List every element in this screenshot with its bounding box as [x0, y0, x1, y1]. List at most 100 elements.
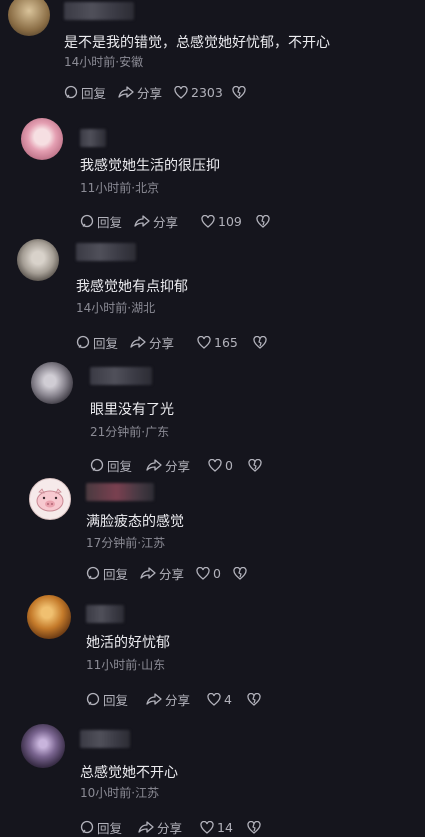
share-icon	[118, 86, 134, 98]
reply-label: 回复	[107, 458, 133, 474]
avatar[interactable]	[31, 362, 73, 404]
like-button[interactable]: 14	[200, 818, 233, 836]
dislike-button[interactable]	[247, 818, 261, 836]
comment-text: 我感觉她有点抑郁	[76, 279, 188, 295]
like-button[interactable]: 2303	[174, 83, 223, 101]
like-button[interactable]: 0	[196, 564, 221, 582]
broken-heart-icon	[233, 566, 247, 580]
dislike-button[interactable]	[233, 564, 247, 582]
share-button[interactable]: 分享	[146, 456, 190, 474]
reply-label: 回复	[81, 85, 107, 101]
share-label: 分享	[137, 85, 163, 101]
username-blurred[interactable]	[80, 730, 130, 748]
reply-label: 回复	[97, 214, 123, 230]
heart-icon	[197, 335, 211, 349]
comment-actions: 回复 分享 0	[86, 564, 386, 582]
comment-actions: 回复 分享 2303	[64, 83, 364, 101]
like-button[interactable]: 109	[201, 212, 242, 230]
avatar[interactable]	[17, 239, 59, 281]
comment-text: 我感觉她生活的很压抑	[80, 158, 220, 174]
comment-text: 总感觉她不开心	[80, 765, 178, 781]
share-icon	[140, 567, 156, 579]
like-count: 2303	[191, 84, 223, 100]
reply-button[interactable]: 回复	[80, 212, 122, 230]
like-button[interactable]: 165	[197, 333, 238, 351]
reply-button[interactable]: 回复	[80, 818, 122, 836]
avatar[interactable]	[21, 118, 63, 160]
pig-face-icon	[36, 488, 64, 512]
heart-icon	[208, 458, 222, 472]
username-blurred[interactable]	[80, 129, 106, 147]
comment-text: 满脸疲态的感觉	[86, 514, 184, 530]
share-button[interactable]: 分享	[138, 818, 182, 836]
share-button[interactable]: 分享	[134, 212, 178, 230]
share-label: 分享	[159, 566, 185, 582]
share-label: 分享	[165, 692, 191, 708]
share-label: 分享	[165, 458, 191, 474]
username-blurred[interactable]	[86, 483, 154, 501]
username-blurred[interactable]	[86, 605, 124, 623]
share-button[interactable]: 分享	[130, 333, 174, 351]
broken-heart-icon	[248, 458, 262, 472]
avatar[interactable]	[8, 0, 50, 36]
share-icon	[130, 336, 146, 348]
share-button[interactable]: 分享	[118, 83, 162, 101]
like-button[interactable]: 4	[207, 690, 232, 708]
comment-actions: 回复 分享 165	[76, 333, 376, 351]
share-label: 分享	[157, 820, 183, 836]
reply-button[interactable]: 回复	[64, 83, 106, 101]
username-blurred[interactable]	[90, 367, 152, 385]
heart-icon	[196, 566, 210, 580]
share-icon	[138, 821, 154, 833]
dislike-button[interactable]	[253, 333, 267, 351]
reply-button[interactable]: 回复	[86, 564, 128, 582]
like-count: 4	[224, 691, 232, 707]
comment-actions: 回复 分享 0	[90, 456, 390, 474]
reply-icon	[80, 820, 94, 834]
broken-heart-icon	[247, 692, 261, 706]
comment-text: 她活的好忧郁	[86, 635, 170, 651]
heart-icon	[200, 820, 214, 834]
dislike-button[interactable]	[247, 690, 261, 708]
comment-actions: 回复 分享 109	[80, 212, 380, 230]
reply-label: 回复	[103, 566, 129, 582]
reply-button[interactable]: 回复	[86, 690, 128, 708]
reply-icon	[86, 692, 100, 706]
like-count: 165	[214, 334, 238, 350]
share-label: 分享	[149, 335, 175, 351]
username-blurred[interactable]	[64, 2, 134, 20]
broken-heart-icon	[232, 85, 246, 99]
share-button[interactable]: 分享	[146, 690, 190, 708]
comment-text: 是不是我的错觉，总感觉她好忧郁，不开心	[64, 35, 330, 51]
share-button[interactable]: 分享	[140, 564, 184, 582]
like-count: 109	[218, 213, 242, 229]
reply-icon	[80, 214, 94, 228]
share-icon	[134, 215, 150, 227]
reply-icon	[64, 85, 78, 99]
reply-button[interactable]: 回复	[76, 333, 118, 351]
heart-icon	[201, 214, 215, 228]
reply-label: 回复	[103, 692, 129, 708]
share-icon	[146, 693, 162, 705]
like-count: 0	[225, 457, 233, 473]
avatar[interactable]	[21, 724, 65, 768]
reply-icon	[76, 335, 90, 349]
reply-label: 回复	[93, 335, 119, 351]
heart-icon	[174, 85, 188, 99]
reply-label: 回复	[97, 820, 123, 836]
avatar[interactable]	[27, 595, 71, 639]
comment-meta: 11小时前·山东	[86, 658, 166, 672]
dislike-button[interactable]	[248, 456, 262, 474]
avatar[interactable]	[29, 478, 71, 520]
comment-meta: 17分钟前·江苏	[86, 536, 166, 550]
broken-heart-icon	[247, 820, 261, 834]
like-button[interactable]: 0	[208, 456, 233, 474]
comment-actions: 回复 分享 4	[86, 690, 386, 708]
reply-button[interactable]: 回复	[90, 456, 132, 474]
dislike-button[interactable]	[256, 212, 270, 230]
share-icon	[146, 459, 162, 471]
comment-meta: 10小时前·江苏	[80, 786, 160, 800]
comment-meta: 14小时前·安徽	[64, 55, 144, 69]
username-blurred[interactable]	[76, 243, 136, 261]
dislike-button[interactable]	[232, 83, 246, 101]
